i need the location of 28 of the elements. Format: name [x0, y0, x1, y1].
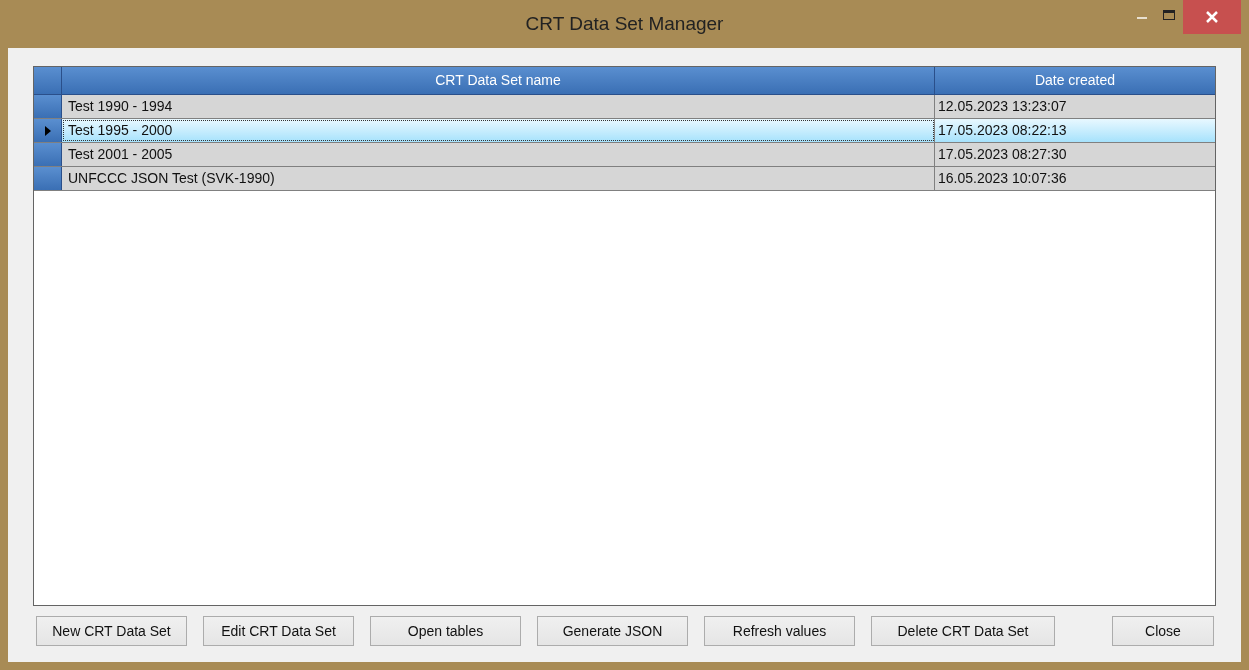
row-header[interactable] [34, 119, 62, 142]
action-button[interactable]: Edit CRT Data Set [203, 616, 354, 646]
table-row[interactable]: Test 1990 - 1994 12.05.2023 13:23:07 [34, 95, 1215, 119]
table-cell-text: Test 1995 - 2000 [68, 121, 173, 140]
window-title: CRT Data Set Manager [525, 11, 724, 36]
table-row[interactable]: UNFCCC JSON Test (SVK-1990) 16.05.2023 10:07:36 [34, 167, 1215, 191]
table-cell-text: 16.05.2023 10:07:36 [938, 169, 1067, 188]
action-button[interactable]: Delete CRT Data Set [871, 616, 1055, 646]
close-button[interactable] [1183, 0, 1241, 34]
table-cell-text: 17.05.2023 08:27:30 [938, 145, 1067, 164]
action-button[interactable]: Generate JSON [537, 616, 688, 646]
table-cell-text: UNFCCC JSON Test (SVK-1990) [68, 169, 275, 188]
table-row[interactable]: Test 2001 - 2005 17.05.2023 08:27:30 [34, 143, 1215, 167]
action-button[interactable]: Open tables [370, 616, 521, 646]
current-row-icon [44, 125, 51, 136]
action-button[interactable]: Refresh values [704, 616, 855, 646]
table-cell-text: 17.05.2023 08:22:13 [938, 121, 1067, 140]
close-icon [1206, 11, 1218, 23]
maximize-icon [1163, 10, 1175, 20]
action-button[interactable]: New CRT Data Set [36, 616, 187, 646]
close-button[interactable]: Close [1112, 616, 1214, 646]
table-cell-text: 12.05.2023 13:23:07 [938, 97, 1067, 116]
minimize-icon [1137, 16, 1147, 20]
table-row[interactable]: Test 1995 - 2000 17.05.2023 08:22:13 [34, 119, 1215, 143]
table-cell-text: Test 2001 - 2005 [68, 145, 173, 164]
column-header[interactable]: CRT Data Set name [62, 67, 935, 94]
column-header[interactable]: Date created [935, 67, 1215, 94]
table-cell-text: Test 1990 - 1994 [68, 97, 173, 116]
